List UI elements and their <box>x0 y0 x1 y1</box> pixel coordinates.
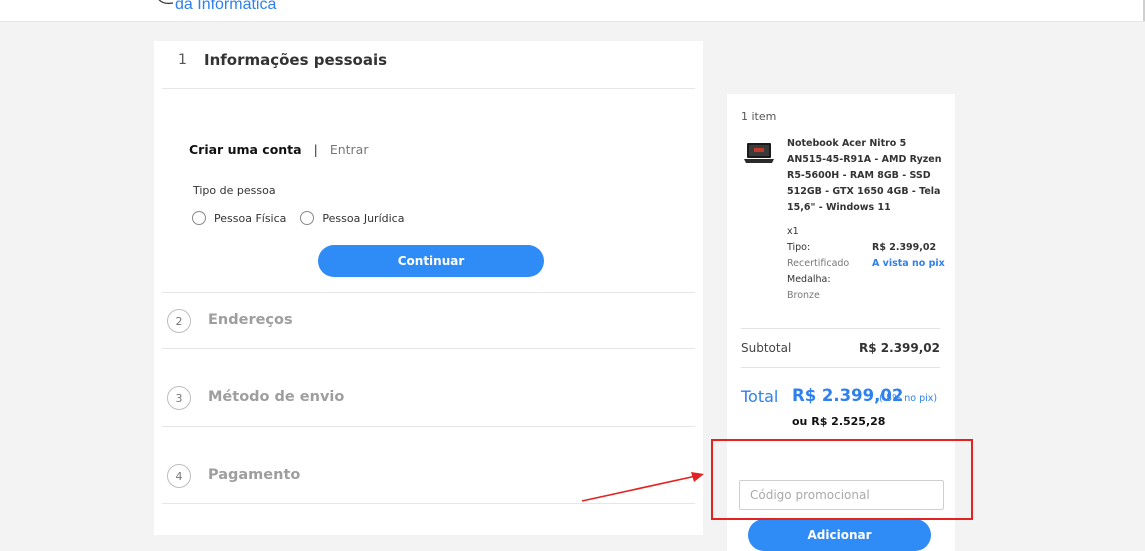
step-personal-info-header[interactable]: 1 Informações pessoais <box>162 41 695 89</box>
laptop-thumbnail-icon[interactable] <box>744 142 774 164</box>
step-addresses[interactable]: 2 Endereços <box>162 292 695 348</box>
checkout-steps-panel: 1 Informações pessoais Criar uma conta |… <box>154 41 703 535</box>
add-promo-button[interactable]: Adicionar <box>748 519 931 551</box>
subtotal-label: Subtotal <box>741 341 792 355</box>
divider <box>741 328 940 329</box>
total-label: Total <box>741 387 779 406</box>
step-number-badge: 3 <box>167 386 191 410</box>
radio-pessoa-fisica[interactable]: Pessoa Física <box>192 211 286 225</box>
radio-label: Pessoa Jurídica <box>322 211 405 225</box>
site-header: da Informática <box>0 0 1145 22</box>
radio-label: Pessoa Física <box>214 211 287 225</box>
alternate-price: ou R$ 2.525,28 <box>792 415 886 428</box>
product-qty: x1 <box>787 226 799 237</box>
step-title: Método de envio <box>208 389 345 405</box>
tab-login[interactable]: Entrar <box>330 142 369 157</box>
radio-pessoa-juridica[interactable]: Pessoa Jurídica <box>300 211 404 225</box>
radio-button[interactable] <box>300 211 315 225</box>
step-payment[interactable]: 4 Pagamento <box>162 426 695 504</box>
items-count: 1 item <box>741 110 777 123</box>
person-type-radio-group: Pessoa Física Pessoa Jurídica <box>192 211 418 225</box>
total-pix-discount-note: (-5% no pix) <box>879 393 938 404</box>
product-price: R$ 2.399,02 <box>872 242 937 253</box>
step-number-badge: 2 <box>167 309 191 333</box>
step-shipping-method[interactable]: 3 Método de envio <box>162 348 695 426</box>
step-title: Endereços <box>208 312 293 328</box>
product-name[interactable]: Notebook Acer Nitro 5 AN515-45-R91A - AM… <box>787 136 945 216</box>
radio-button[interactable] <box>192 211 206 225</box>
product-pix-note: A vista no pix <box>872 258 945 269</box>
tab-create-account[interactable]: Criar uma conta <box>189 142 302 157</box>
person-type-label: Tipo de pessoa <box>193 184 276 197</box>
divider <box>741 367 940 368</box>
step-title: Informações pessoais <box>204 51 388 69</box>
product-type-value: Recertificado <box>787 258 850 269</box>
product-medal-label: Medalha: <box>787 274 831 285</box>
product-medal-value: Bronze <box>787 290 820 301</box>
auth-tabs: Criar uma conta | Entrar <box>189 142 368 157</box>
step-title: Pagamento <box>208 467 301 483</box>
continue-button[interactable]: Continuar <box>318 245 544 277</box>
step-number-badge: 4 <box>167 464 191 488</box>
tab-separator: | <box>313 142 318 157</box>
promo-code-input[interactable] <box>739 480 944 510</box>
step-number: 1 <box>178 52 187 68</box>
subtotal-value: R$ 2.399,02 <box>859 341 940 355</box>
logo-text[interactable]: da Informática <box>175 0 276 14</box>
logo-swoosh-icon <box>158 0 174 4</box>
product-type-label: Tipo: <box>787 242 811 253</box>
